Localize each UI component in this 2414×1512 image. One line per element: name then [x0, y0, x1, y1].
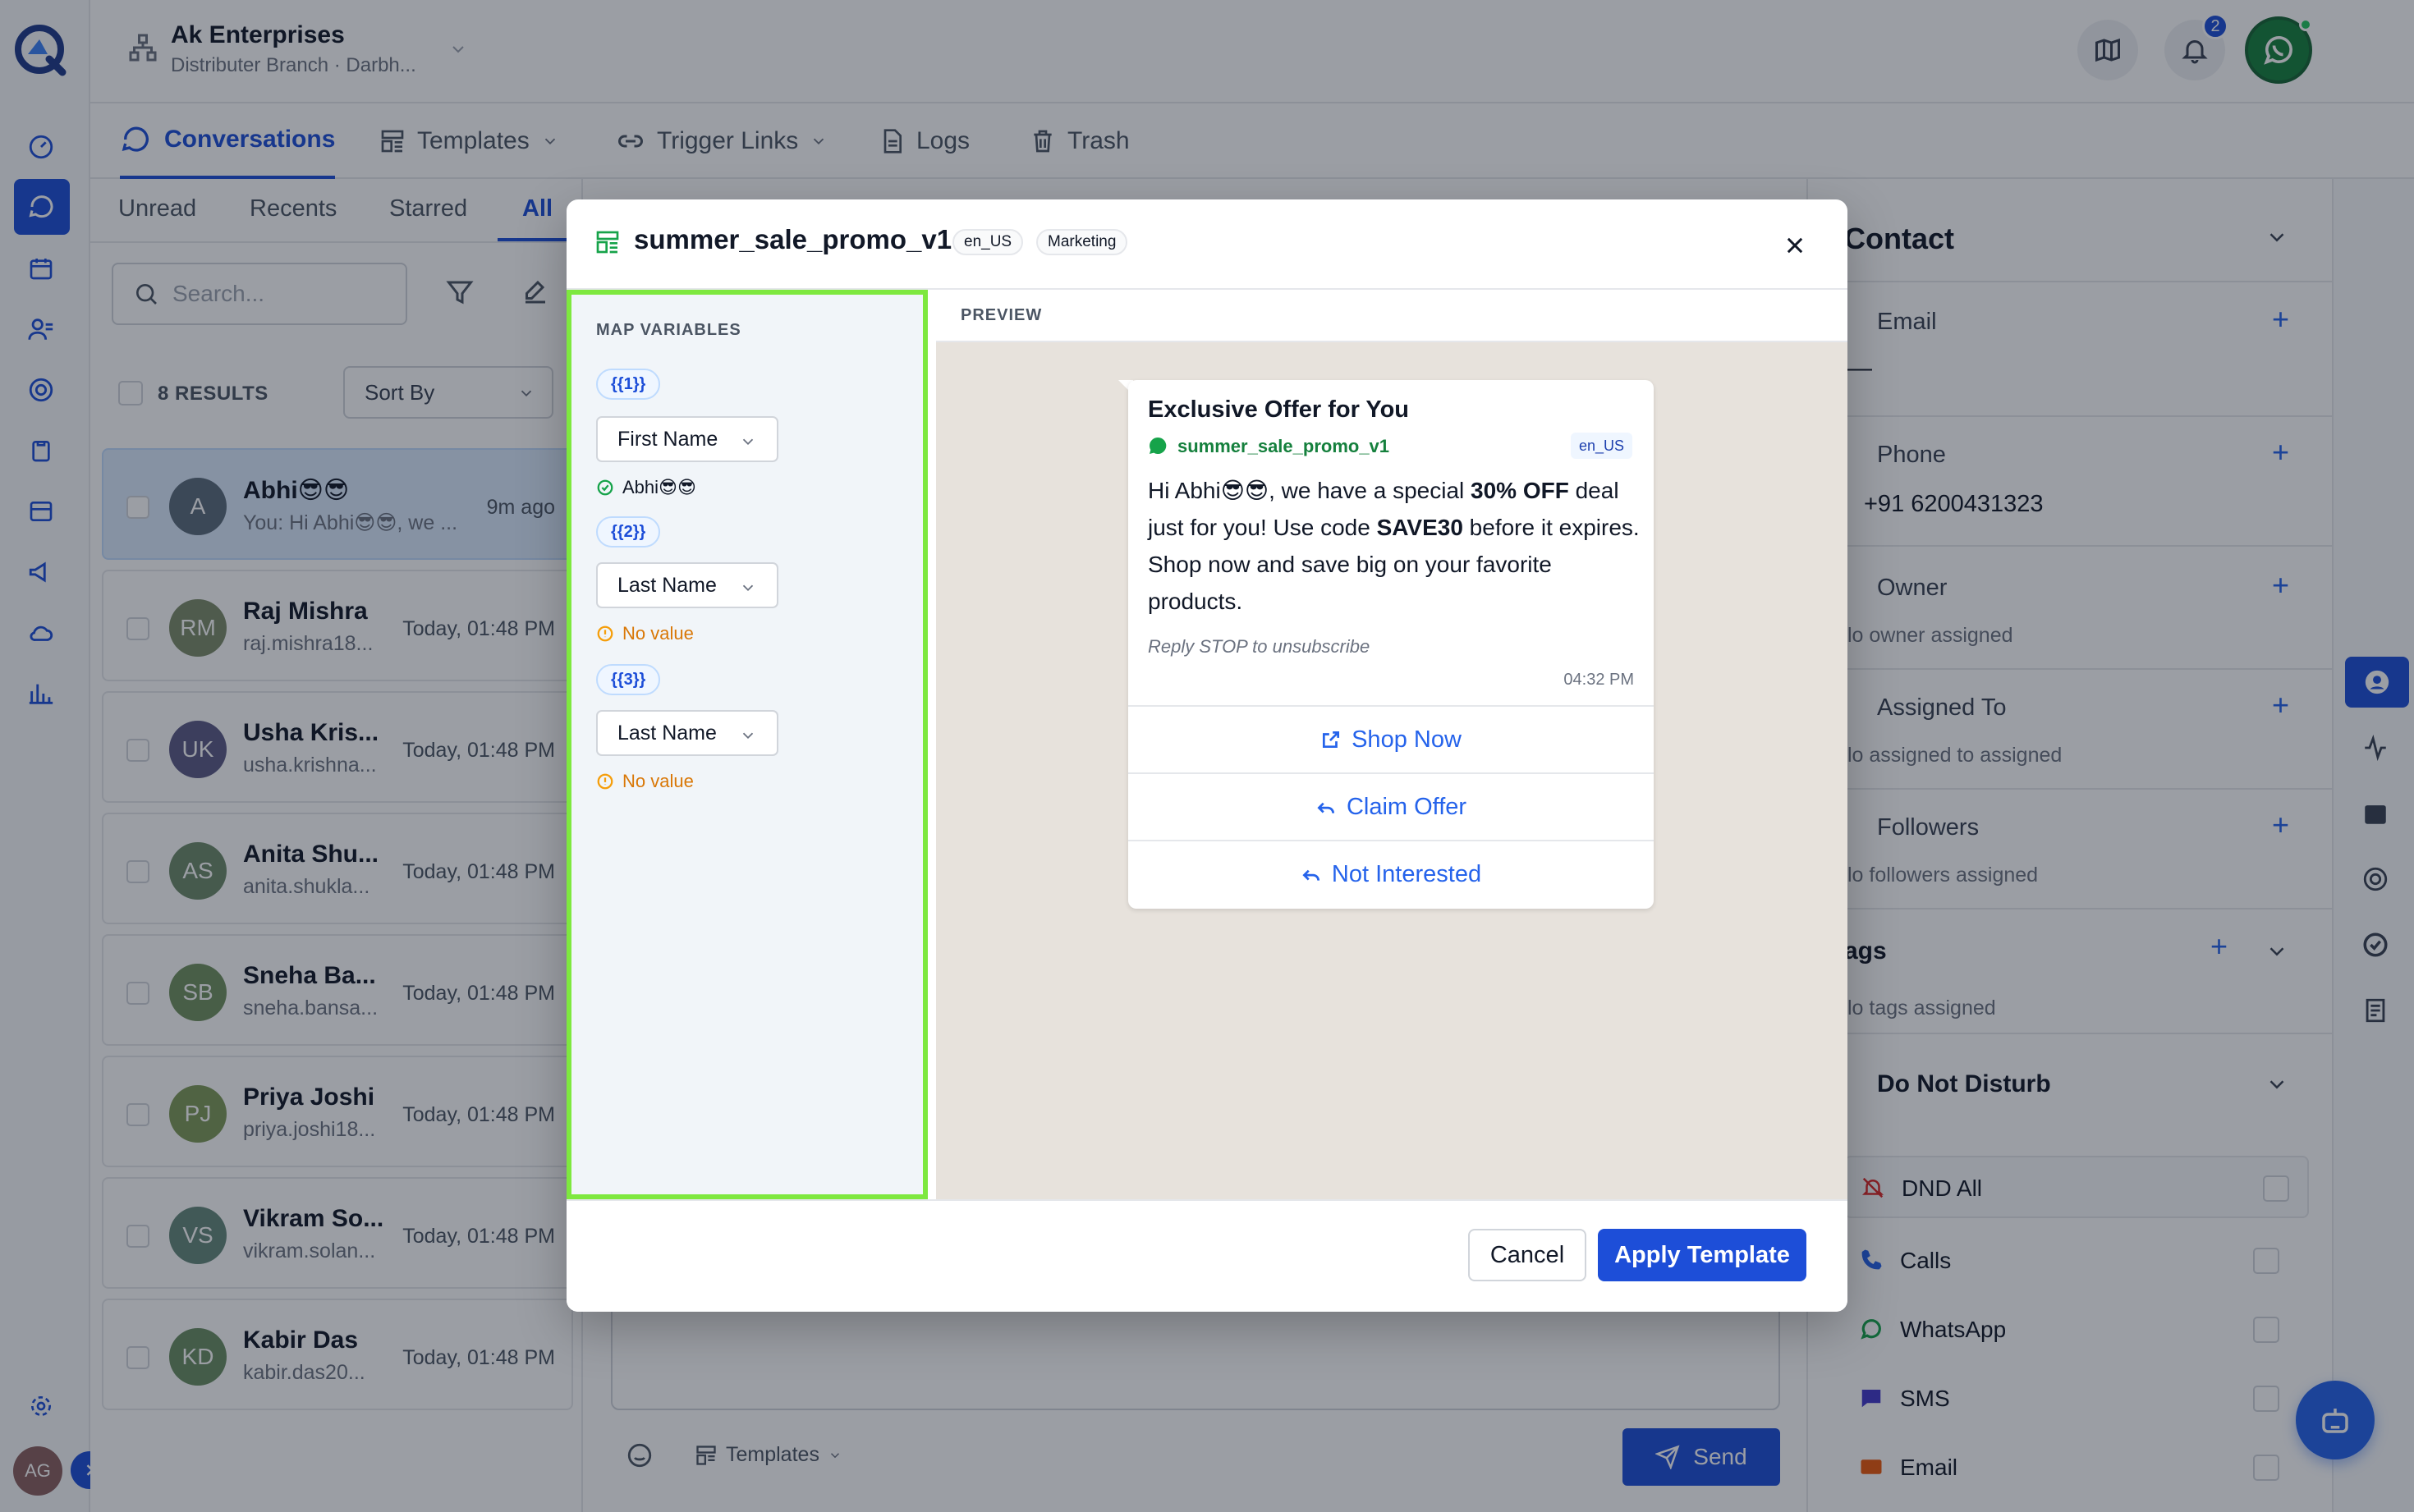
claim-offer-button[interactable]: Claim Offer — [1128, 772, 1654, 840]
template-icon — [594, 229, 621, 255]
variable-1-field-select[interactable]: First Name — [596, 416, 778, 462]
whatsapp-icon — [1148, 436, 1168, 456]
chevron-down-icon — [739, 726, 757, 745]
preview-timestamp: 04:32 PM — [1563, 671, 1634, 689]
variable-3-status: No value — [596, 771, 694, 792]
variable-3-field-select[interactable]: Last Name — [596, 710, 778, 756]
preview-area: Exclusive Offer for You summer_sale_prom… — [936, 342, 1847, 1199]
apply-template-modal: summer_sale_promo_v1 en_US Marketing MAP… — [567, 199, 1847, 1312]
variable-token-2: {{2}} — [596, 516, 661, 548]
preview-header-text: Exclusive Offer for You — [1148, 396, 1410, 423]
check-circle-icon — [596, 479, 614, 497]
external-link-icon — [1320, 729, 1342, 750]
not-interested-button[interactable]: Not Interested — [1128, 840, 1654, 907]
reply-icon — [1301, 864, 1322, 885]
preview-template-name: summer_sale_promo_v1 — [1177, 436, 1390, 456]
preview-heading: PREVIEW — [961, 306, 1043, 324]
warning-circle-icon — [596, 772, 614, 790]
locale-chip: en_US — [952, 229, 1024, 255]
map-variables-panel: MAP VARIABLES {{1}} First Name Abhi😎😎 {{… — [567, 290, 928, 1199]
template-name: summer_sale_promo_v1 — [634, 224, 952, 254]
preview-body: Hi Abhi😎😎, we have a special 30% OFF dea… — [1148, 478, 1640, 614]
variable-2-field-select[interactable]: Last Name — [596, 562, 778, 608]
shop-now-button[interactable]: Shop Now — [1128, 705, 1654, 772]
variable-2-status: No value — [596, 623, 694, 644]
variable-1-status: Abhi😎😎 — [596, 477, 696, 498]
message-preview-bubble: Exclusive Offer for You summer_sale_prom… — [1128, 380, 1654, 909]
preview-footer: Reply STOP to unsubscribe — [1148, 636, 1370, 657]
chevron-down-icon — [739, 579, 757, 597]
cancel-button[interactable]: Cancel — [1468, 1229, 1586, 1281]
modal-footer: Cancel Apply Template — [567, 1199, 1847, 1312]
preview-header: PREVIEW — [936, 290, 1847, 342]
reply-icon — [1315, 796, 1337, 818]
chevron-down-icon — [739, 433, 757, 451]
close-icon[interactable] — [1783, 234, 1806, 257]
warning-circle-icon — [596, 625, 614, 643]
apply-template-button[interactable]: Apply Template — [1598, 1229, 1806, 1281]
preview-locale-badge: en_US — [1570, 433, 1632, 459]
map-variables-heading: MAP VARIABLES — [596, 321, 741, 339]
category-chip: Marketing — [1036, 229, 1128, 255]
variable-token-3: {{3}} — [596, 664, 661, 695]
variable-token-1: {{1}} — [596, 369, 661, 400]
